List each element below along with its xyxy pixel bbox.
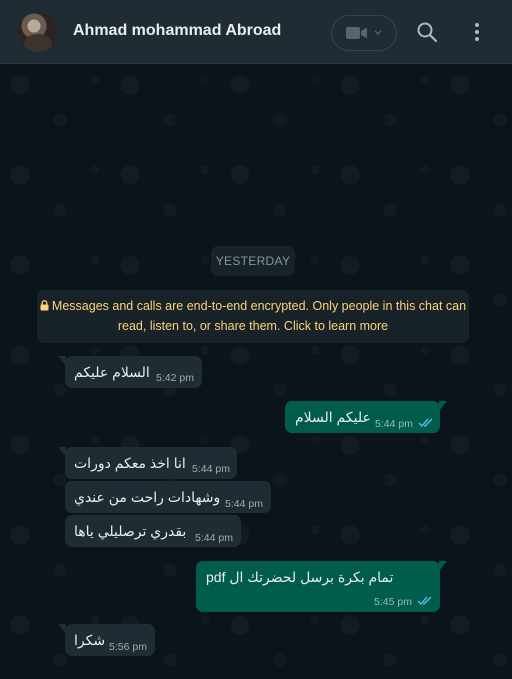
message-time: 5:45 pm — [374, 596, 412, 608]
message-time: 5:44 pm — [195, 532, 233, 544]
bubble-tail — [439, 561, 447, 571]
message-bubble-incoming[interactable]: بقدري ترصليلي ياها 5:44 pm — [65, 515, 241, 547]
message-time: 5:56 pm — [109, 641, 147, 653]
message-bubble-incoming[interactable]: شكرا 5:56 pm — [58, 624, 155, 656]
video-call-icon — [346, 27, 367, 39]
read-receipt-icon — [417, 596, 432, 606]
message-bubble-incoming[interactable]: وشهادات راحت من عندي 5:44 pm — [65, 481, 271, 513]
message-bubble-outgoing[interactable]: تمام بكرة برسل لحضرتك ال pdf 5:45 pm — [196, 561, 447, 612]
message-text: تمام بكرة برسل لحضرتك ال pdf — [206, 569, 394, 585]
message-time: 5:44 pm — [192, 463, 230, 475]
message-bubble-incoming[interactable]: انا اخذ معكم دورات 5:44 pm — [58, 447, 237, 479]
avatar[interactable] — [18, 12, 58, 52]
encryption-notice-text: Messages and calls are end-to-end encryp… — [51, 299, 467, 333]
search-icon[interactable] — [415, 20, 439, 44]
menu-icon[interactable] — [465, 20, 489, 44]
bubble-tail — [58, 447, 66, 457]
bubble-tail — [439, 401, 447, 411]
chevron-down-icon — [374, 30, 382, 35]
encryption-notice[interactable]: Messages and calls are end-to-end encryp… — [37, 290, 469, 343]
day-divider: YESTERDAY — [211, 246, 295, 276]
message-time: 5:44 pm — [225, 498, 263, 510]
contact-name[interactable]: Ahmad mohammad Abroad — [73, 22, 281, 40]
chat-header: Ahmad mohammad Abroad — [0, 0, 512, 64]
message-bubble-outgoing[interactable]: عليكم السلام 5:44 pm — [285, 401, 447, 433]
message-time: 5:44 pm — [375, 418, 413, 430]
message-time: 5:42 pm — [156, 372, 194, 384]
message-text: السلام عليكم — [74, 364, 150, 380]
bubble-tail — [58, 356, 66, 366]
message-text: بقدري ترصليلي ياها — [74, 523, 187, 539]
video-call-button[interactable] — [331, 15, 397, 51]
message-text: وشهادات راحت من عندي — [74, 489, 221, 505]
lock-icon — [40, 300, 49, 311]
message-text: انا اخذ معكم دورات — [74, 455, 186, 471]
message-text: عليكم السلام — [295, 409, 371, 425]
message-bubble-incoming[interactable]: السلام عليكم 5:42 pm — [58, 356, 202, 388]
read-receipt-icon — [418, 418, 433, 428]
message-text: شكرا — [74, 632, 106, 648]
bubble-tail — [58, 624, 66, 634]
